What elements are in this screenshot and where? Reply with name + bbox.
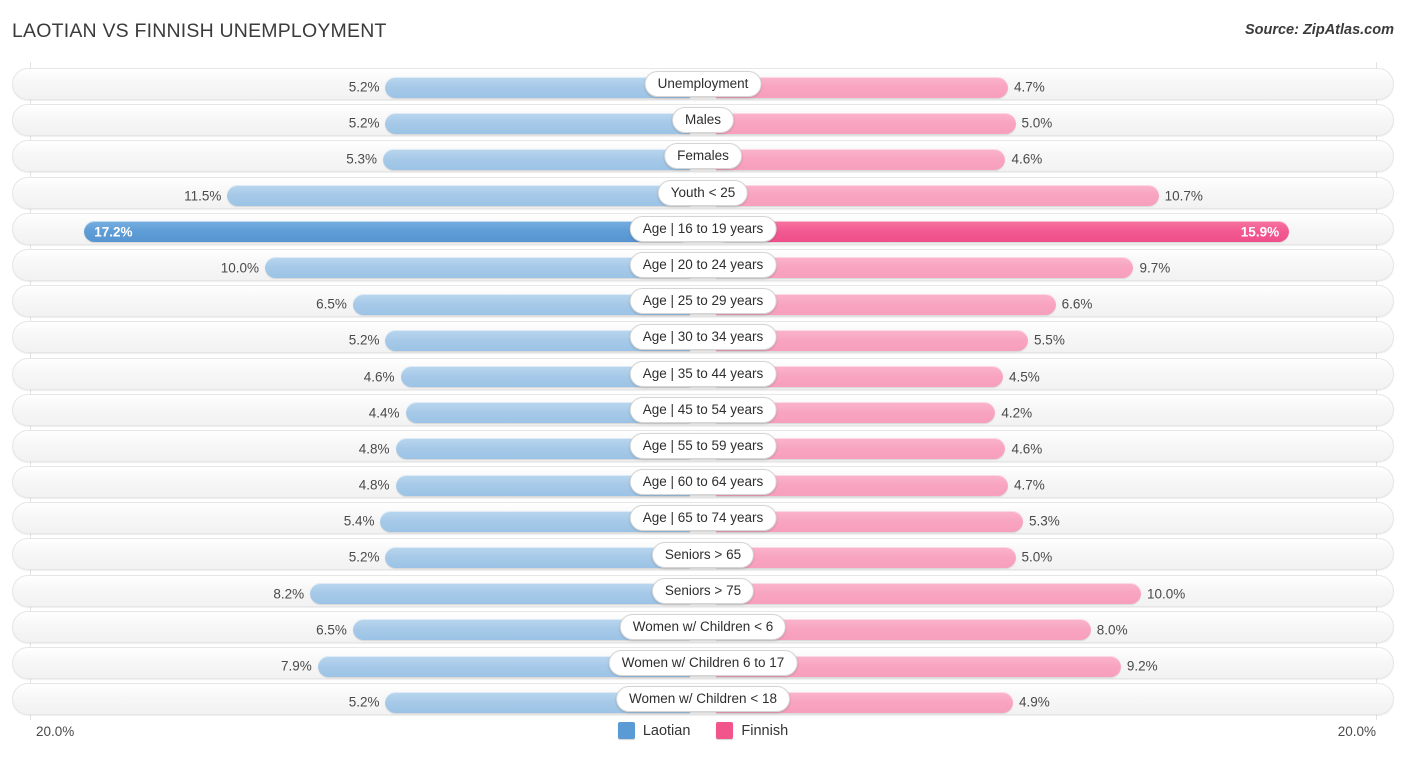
bar-finnish[interactable]: 15.9% (716, 221, 1290, 243)
bar-finnish[interactable]: 5.0% (716, 546, 1052, 568)
category-label: Women w/ Children < 6 (619, 613, 787, 640)
table-row: 17.2% 15.9% Age | 16 to 19 years (0, 211, 1406, 247)
category-label: Age | 45 to 54 years (629, 396, 777, 423)
legend: Laotian Finnish (0, 722, 1406, 739)
bar-value-finnish: 4.9% (1018, 694, 1050, 710)
bar-value-laotian: 5.2% (348, 79, 380, 95)
bar-value-finnish: 6.6% (1061, 296, 1093, 312)
bar-value-laotian: 5.4% (343, 513, 375, 529)
bar-value-laotian: 6.5% (316, 622, 347, 638)
category-label: Seniors > 65 (651, 541, 755, 568)
bar-laotian[interactable]: 17.2% (84, 221, 690, 243)
category-label: Age | 20 to 24 years (629, 252, 777, 279)
bar-laotian[interactable]: 5.2% (349, 112, 690, 134)
category-label: Age | 35 to 44 years (629, 360, 777, 387)
bar-value-finnish: 9.7% (1139, 260, 1171, 276)
bar-laotian[interactable]: 5.3% (346, 148, 690, 170)
category-label: Age | 65 to 74 years (629, 505, 777, 532)
table-row: 8.2% 10.0% Seniors > 75 (0, 573, 1406, 609)
bar-value-finnish: 5.5% (1034, 332, 1065, 348)
bar-value-finnish: 15.9% (1240, 224, 1280, 240)
bar-value-finnish: 8.0% (1096, 622, 1128, 638)
bar-value-laotian: 11.5% (184, 188, 222, 204)
chart-container: LAOTIAN VS FINNISH UNEMPLOYMENT Source: … (0, 0, 1406, 757)
bar-value-laotian: 4.4% (368, 405, 400, 421)
bar-value-laotian: 5.3% (346, 151, 377, 167)
bar-laotian[interactable]: 11.5% (184, 185, 690, 207)
bar-value-finnish: 4.5% (1008, 369, 1040, 384)
bar-value-laotian: 4.8% (358, 477, 390, 493)
bar-value-finnish: 4.6% (1011, 151, 1043, 167)
category-label: Females (664, 143, 742, 170)
bar-value-laotian: 4.8% (358, 441, 390, 457)
table-row: 5.2% 5.5% Age | 30 to 34 years (0, 319, 1406, 355)
chart-rows: 5.2% 4.7% Unemployment 5.2% 5.0% Males 5.3% 4.6… (0, 66, 1406, 717)
legend-item[interactable]: Laotian (617, 722, 691, 739)
table-row: 11.5% 10.7% Youth < 25 (0, 175, 1406, 211)
bar-finnish[interactable]: 4.6% (716, 148, 1042, 170)
legend-label: Finnish (741, 722, 789, 739)
legend-item[interactable]: Finnish (716, 722, 788, 739)
bar-value-finnish: 5.0% (1021, 549, 1053, 565)
table-row: 5.4% 5.3% Age | 65 to 74 years (0, 500, 1406, 536)
category-label: Youth < 25 (657, 179, 749, 206)
table-row: 6.5% 8.0% Women w/ Children < 6 (0, 609, 1406, 645)
bar-value-finnish: 4.7% (1013, 477, 1045, 493)
category-label: Age | 55 to 59 years (629, 432, 777, 459)
table-row: 4.4% 4.2% Age | 45 to 54 years (0, 392, 1406, 428)
table-row: 4.6% 4.5% Age | 35 to 44 years (0, 356, 1406, 392)
table-row: 4.8% 4.6% Age | 55 to 59 years (0, 428, 1406, 464)
source-label: Source: ZipAtlas.com (1244, 22, 1394, 38)
category-label: Seniors > 75 (651, 577, 755, 604)
legend-label: Laotian (642, 722, 691, 739)
table-row: 5.2% 5.0% Seniors > 65 (0, 536, 1406, 572)
category-label: Women w/ Children < 18 (616, 686, 790, 713)
bar-value-laotian: 5.2% (348, 694, 380, 710)
category-label: Age | 30 to 34 years (629, 324, 777, 351)
category-label: Age | 25 to 29 years (629, 288, 777, 315)
bar-value-laotian: 5.2% (348, 549, 380, 565)
bar-value-finnish: 10.0% (1147, 586, 1186, 602)
bar-value-finnish: 5.0% (1021, 115, 1053, 131)
bar-value-laotian: 5.2% (348, 115, 380, 131)
table-row: 5.2% 4.9% Women w/ Children < 18 (0, 681, 1406, 717)
bar-value-finnish: 9.2% (1126, 658, 1158, 674)
table-row: 5.2% 4.7% Unemployment (0, 66, 1406, 102)
bar-finnish[interactable]: 5.0% (716, 112, 1052, 134)
bar-value-finnish: 4.2% (1001, 405, 1033, 421)
bar-value-laotian: 17.2% (94, 224, 133, 240)
category-label: Women w/ Children 6 to 17 (608, 650, 798, 677)
table-row: 5.2% 5.0% Males (0, 102, 1406, 138)
category-label: Age | 60 to 64 years (629, 469, 777, 496)
table-row: 5.3% 4.6% Females (0, 138, 1406, 174)
bar-value-laotian: 4.6% (363, 369, 395, 384)
bar-value-finnish: 4.6% (1011, 441, 1043, 457)
table-row: 4.8% 4.7% Age | 60 to 64 years (0, 464, 1406, 500)
legend-swatch-icon (716, 722, 734, 739)
bar-value-laotian: 5.2% (348, 332, 380, 348)
bar-finnish[interactable]: 10.7% (716, 185, 1203, 207)
category-label: Age | 16 to 19 years (629, 215, 777, 242)
table-row: 7.9% 9.2% Women w/ Children 6 to 17 (0, 645, 1406, 681)
bar-value-finnish: 4.7% (1013, 79, 1045, 95)
bar-finnish[interactable]: 9.7% (716, 257, 1170, 279)
bar-value-laotian: 8.2% (273, 586, 305, 602)
bar-finnish[interactable]: 10.0% (716, 583, 1185, 605)
category-label: Unemployment (644, 71, 762, 98)
bar-value-finnish: 5.3% (1029, 513, 1060, 529)
bar-laotian[interactable]: 8.2% (273, 583, 690, 605)
bar-laotian[interactable]: 5.2% (349, 546, 690, 568)
bar-value-laotian: 10.0% (220, 260, 259, 276)
legend-swatch-icon (617, 722, 635, 739)
page-title: LAOTIAN VS FINNISH UNEMPLOYMENT (12, 20, 387, 42)
bar-value-finnish: 10.7% (1164, 188, 1203, 204)
category-label: Males (671, 107, 735, 134)
bar-laotian[interactable]: 10.0% (221, 257, 690, 279)
table-row: 10.0% 9.7% Age | 20 to 24 years (0, 247, 1406, 283)
table-row: 6.5% 6.6% Age | 25 to 29 years (0, 283, 1406, 319)
bar-value-laotian: 7.9% (280, 658, 312, 674)
bar-value-laotian: 6.5% (316, 296, 347, 312)
